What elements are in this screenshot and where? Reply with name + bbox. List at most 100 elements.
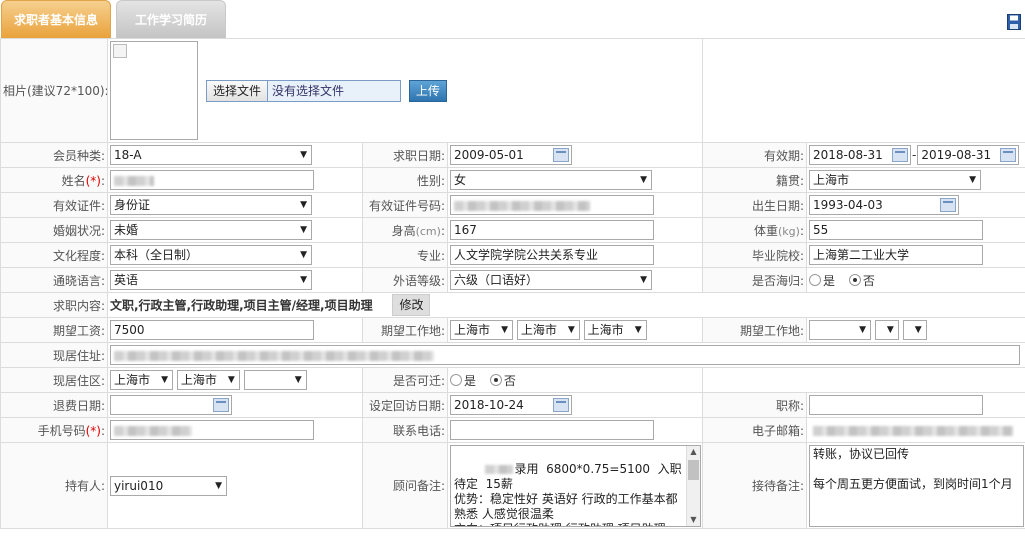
weight-input[interactable]: 55 <box>809 220 983 240</box>
advisor-note-label: 顾问备注: <box>362 442 448 529</box>
file-picker[interactable]: 选择文件 没有选择文件 上传 <box>206 79 447 102</box>
email-input[interactable] <box>809 420 1023 440</box>
language-select[interactable]: 英语 ▼ <box>110 270 312 290</box>
chevron-down-icon: ▼ <box>567 325 575 335</box>
major-label: 专业: <box>362 242 448 268</box>
name-input[interactable] <box>110 170 314 190</box>
relocate-label: 是否可迁: <box>362 367 448 393</box>
choose-file-button[interactable]: 选择文件 <box>207 81 269 101</box>
phone-label: 联系电话: <box>362 417 448 443</box>
district-label: 现居住区: <box>0 367 108 393</box>
valid-end-input[interactable]: 2019-08-31 <box>917 145 1020 165</box>
member-type-select[interactable]: 18-A ▼ <box>110 145 312 165</box>
job-date-label: 求职日期: <box>362 142 448 168</box>
email-label: 电子邮箱: <box>702 417 807 443</box>
chevron-down-icon: ▼ <box>300 200 307 210</box>
holder-select[interactable]: yirui010 ▼ <box>110 475 227 496</box>
tab-basic-info[interactable]: 求职者基本信息 <box>1 0 111 38</box>
foreign-level-label: 外语等级: <box>362 267 448 293</box>
gender-select[interactable]: 女 ▼ <box>450 170 652 190</box>
foreign-level-select[interactable]: 六级（口语好） ▼ <box>450 270 652 290</box>
chevron-down-icon: ▼ <box>300 150 307 160</box>
returnee-no-label: 否 <box>862 273 875 288</box>
birth-date-input[interactable]: 1993-04-03 <box>809 195 959 215</box>
modify-job-content-button[interactable]: 修改 <box>392 294 431 316</box>
job-date-input[interactable]: 2009-05-01 <box>450 145 572 165</box>
relocate-no-label: 否 <box>503 373 516 388</box>
calendar-icon[interactable] <box>940 198 956 212</box>
title-label: 职称: <box>702 392 807 418</box>
education-select[interactable]: 本科（全日制） ▼ <box>110 245 312 265</box>
redacted-text <box>114 350 434 361</box>
chevron-down-icon: ▼ <box>969 175 976 185</box>
chevron-down-icon: ▼ <box>215 480 222 491</box>
calendar-icon[interactable] <box>1000 148 1017 162</box>
weight-label: 体重(kg): <box>702 217 807 243</box>
save-icon[interactable] <box>1007 14 1021 30</box>
height-label: 身高(cm): <box>362 217 448 243</box>
calendar-icon[interactable] <box>553 148 569 162</box>
expected-salary-input[interactable]: 7500 <box>110 320 314 340</box>
native-place-label: 籍贯: <box>702 167 807 193</box>
native-place-select[interactable]: 上海市 ▼ <box>809 170 981 190</box>
returnee-no-radio[interactable] <box>848 274 861 286</box>
address-input[interactable] <box>110 345 1020 365</box>
visit-date-input[interactable]: 2018-10-24 <box>450 395 572 415</box>
major-input[interactable]: 人文学院学院公共关系专业 <box>450 245 654 265</box>
advisor-note-textarea[interactable]: 录用 6800*0.75=5100 入职待定 15薪 优势：稳定性好 英语好 行… <box>450 445 701 527</box>
relocate-no-radio[interactable] <box>489 374 502 386</box>
photo-preview <box>110 41 198 140</box>
expected-location-city-select[interactable]: 上海市 ▼ <box>516 320 580 340</box>
calendar-icon[interactable] <box>213 398 229 412</box>
scroll-down-arrow[interactable]: ▼ <box>687 515 700 525</box>
id-number-label: 有效证件号码: <box>362 192 448 218</box>
textarea-scrollbar[interactable]: ▲ ▼ <box>686 446 700 526</box>
tab-work-history[interactable]: 工作学习简历 <box>116 0 226 38</box>
school-label: 毕业院校: <box>702 242 807 268</box>
district-area-select[interactable]: ▼ <box>243 370 307 390</box>
expected-location-2-city-select[interactable]: ▼ <box>874 320 899 340</box>
refund-date-label: 退费日期: <box>0 392 108 418</box>
scroll-thumb[interactable] <box>688 460 699 480</box>
chevron-down-icon: ▼ <box>640 275 647 285</box>
scroll-up-arrow[interactable]: ▲ <box>687 447 700 457</box>
calendar-icon[interactable] <box>553 398 569 412</box>
district-province-select[interactable]: 上海市 ▼ <box>110 370 173 390</box>
refund-date-input[interactable] <box>110 395 232 415</box>
height-input[interactable]: 167 <box>450 220 654 240</box>
expected-location-2-district-select[interactable]: ▼ <box>902 320 927 340</box>
redacted-text <box>813 425 1013 436</box>
phone-input[interactable] <box>450 420 654 440</box>
valid-period-label: 有效期: <box>702 142 807 168</box>
mobile-label: 手机号码(*): <box>0 417 108 443</box>
id-number-input[interactable] <box>450 195 654 215</box>
file-name-text: 没有选择文件 <box>272 83 345 98</box>
expected-location-2-province-select[interactable]: ▼ <box>809 320 871 340</box>
reception-note-textarea[interactable]: 转账，协议已回传 每个周五更方便面试，到岗时间1个月 <box>809 445 1024 527</box>
relocate-yes-radio[interactable] <box>450 374 462 386</box>
expected-location-province-select[interactable]: 上海市 ▼ <box>450 320 513 340</box>
marital-select[interactable]: 未婚 ▼ <box>110 220 312 240</box>
title-input[interactable] <box>809 395 983 415</box>
calendar-icon[interactable] <box>892 148 908 162</box>
redacted-text <box>114 425 192 436</box>
district-city-select[interactable]: 上海市 ▼ <box>176 370 240 390</box>
expected-location-label: 期望工作地: <box>362 317 448 343</box>
upload-button[interactable]: 上传 <box>408 79 447 102</box>
id-type-select[interactable]: 身份证 ▼ <box>110 195 312 215</box>
holder-label: 持有人: <box>0 442 108 529</box>
date-separator: - <box>912 148 917 162</box>
member-type-label: 会员种类: <box>0 142 108 168</box>
job-content-value: 文职,行政主管,行政助理,项目主管/经理,项目助理 <box>110 298 373 313</box>
mobile-input[interactable] <box>110 420 314 440</box>
expected-location-district-select[interactable]: 上海市 ▼ <box>583 320 647 340</box>
valid-start-input[interactable]: 2018-08-31 <box>809 145 911 165</box>
returnee-radio-group: 是 否 <box>806 267 1025 293</box>
chevron-down-icon: ▼ <box>634 325 642 335</box>
school-input[interactable]: 上海第二工业大学 <box>809 245 983 265</box>
chevron-down-icon: ▼ <box>161 375 168 385</box>
expected-location-2-label: 期望工作地: <box>702 317 807 343</box>
gender-label: 性别: <box>362 167 448 193</box>
chevron-down-icon: ▼ <box>227 375 235 385</box>
returnee-yes-radio[interactable] <box>809 274 821 286</box>
